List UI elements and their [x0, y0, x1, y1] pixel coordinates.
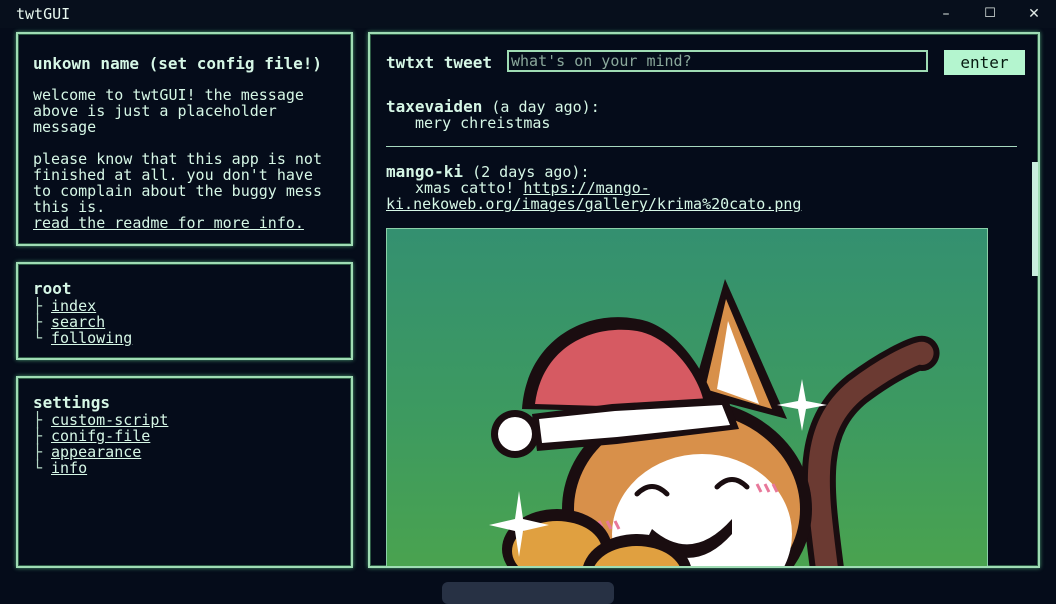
app-title: twtGUI	[16, 5, 71, 23]
unfinished-notice: please know that this app is not finishe…	[33, 150, 322, 216]
tree-branch: ├	[33, 411, 43, 429]
composer-label: twtxt tweet	[386, 53, 492, 72]
nav-item-config-file[interactable]: ├ conifg-file	[33, 428, 168, 444]
nav-link-custom-script[interactable]: custom-script	[51, 412, 168, 428]
nav-link-appearance[interactable]: appearance	[51, 444, 141, 460]
feed-scrollbar[interactable]	[1032, 162, 1038, 276]
nav-link-following[interactable]: following	[51, 330, 132, 346]
tree-branch: ├	[33, 297, 43, 315]
tree-branch: └	[33, 329, 43, 347]
post-item: mango-ki (2 days ago): xmas catto! https…	[386, 164, 801, 213]
post-link-continued[interactable]: ki.nekoweb.org/images/gallery/krima%20ca…	[386, 196, 801, 212]
nav-item-following[interactable]: └ following	[33, 330, 132, 346]
post-item: taxevaiden (a day ago): mery chreistmas	[386, 99, 600, 132]
title-bar: twtGUI – ☐ ✕	[0, 0, 1056, 28]
maximize-button[interactable]: ☐	[970, 2, 1010, 26]
root-nav-panel: root ├ index ├ search └ following	[16, 262, 353, 360]
nav-link-search[interactable]: search	[51, 314, 105, 330]
nav-item-search[interactable]: ├ search	[33, 314, 132, 330]
settings-nav-title: settings	[33, 393, 111, 412]
readme-link[interactable]: read the readme for more info.	[33, 214, 304, 232]
cat-illustration	[489, 279, 940, 566]
close-button[interactable]: ✕	[1014, 2, 1054, 26]
welcome-message: welcome to twtGUI! the message above is …	[33, 86, 304, 136]
nav-item-index[interactable]: ├ index	[33, 298, 132, 314]
feed-panel: twtxt tweet enter taxevaiden (a day ago)…	[368, 32, 1040, 568]
nav-item-info[interactable]: └ info	[33, 460, 168, 476]
nav-link-info[interactable]: info	[51, 460, 87, 476]
nav-item-appearance[interactable]: ├ appearance	[33, 444, 168, 460]
tree-branch: ├	[33, 443, 43, 461]
tweet-input[interactable]	[507, 50, 928, 72]
tree-branch: ├	[33, 427, 43, 445]
post-image[interactable]	[386, 228, 988, 566]
minimize-button[interactable]: –	[926, 2, 966, 26]
root-nav-title: root	[33, 279, 72, 298]
tree-branch: ├	[33, 313, 43, 331]
nav-item-custom-script[interactable]: ├ custom-script	[33, 412, 168, 428]
pompom	[498, 417, 532, 451]
post-divider	[386, 146, 1017, 147]
nav-link-index[interactable]: index	[51, 298, 96, 314]
nav-link-config-file[interactable]: conifg-file	[51, 428, 150, 444]
tree-branch: └	[33, 459, 43, 477]
taskbar	[442, 582, 614, 604]
user-name-title: unkown name (set config file!)	[33, 54, 322, 73]
enter-button[interactable]: enter	[944, 50, 1025, 75]
post-text: mery chreistmas	[415, 114, 551, 132]
settings-nav-panel: settings ├ custom-script ├ conifg-file ├…	[16, 376, 353, 568]
welcome-panel: unkown name (set config file!) welcome t…	[16, 32, 353, 246]
